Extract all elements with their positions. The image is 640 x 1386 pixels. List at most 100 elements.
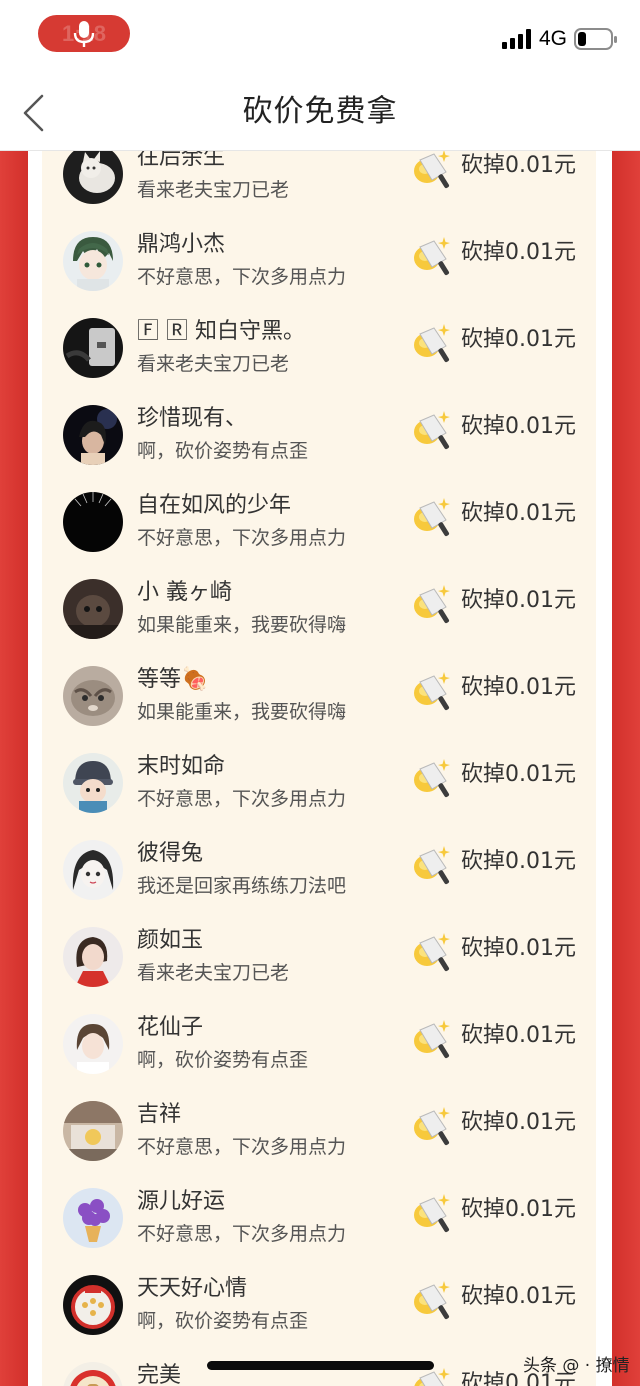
avatar[interactable] xyxy=(63,1362,123,1386)
username: 完美 xyxy=(137,1363,182,1386)
microphone-icon xyxy=(73,21,95,47)
avatar[interactable] xyxy=(63,492,123,552)
username: 🄵 🅁 知白守黑。 xyxy=(137,319,305,344)
bargain-comment: 不好意思，下次多用点力 xyxy=(137,1136,347,1158)
bargain-comment: 看来老夫宝刀已老 xyxy=(137,179,290,201)
username: 鼎鸿小杰 xyxy=(137,232,226,257)
bargain-comment: 啊，砍价姿势有点歪 xyxy=(137,1049,309,1071)
status-bar: 1:18 4G xyxy=(0,0,640,80)
bargain-comment: 不好意思，下次多用点力 xyxy=(137,1223,347,1245)
red-frame-right xyxy=(612,151,640,1386)
cleaver-icon xyxy=(414,237,450,276)
cut-amount: 砍掉0.01元 xyxy=(461,327,576,352)
cut-amount: 砍掉0.01元 xyxy=(461,1197,576,1222)
avatar[interactable] xyxy=(63,1275,123,1335)
bargain-record-row: 🄵 🅁 知白守黑。 看来老夫宝刀已老 砍掉0.01元 xyxy=(42,318,596,405)
bargain-comment: 不好意思，下次多用点力 xyxy=(137,788,347,810)
username: 花仙子 xyxy=(137,1015,204,1040)
bargain-comment: 不好意思，下次多用点力 xyxy=(137,266,347,288)
bargain-record-row: 花仙子啊，砍价姿势有点歪 砍掉0.01元 xyxy=(42,1014,596,1101)
cleaver-icon xyxy=(414,672,450,711)
bargain-comment: 啊，砍价姿势有点歪 xyxy=(137,1310,309,1332)
cut-amount: 砍掉0.01元 xyxy=(461,501,576,526)
bargain-record-row: 天天好心情啊，砍价姿势有点歪 砍掉0.01元 xyxy=(42,1275,596,1362)
bargain-record-row: 自在如风的少年不好意思，下次多用点力 砍掉0.01元 xyxy=(42,492,596,579)
cleaver-icon xyxy=(414,324,450,363)
avatar[interactable] xyxy=(63,1014,123,1074)
cleaver-icon xyxy=(414,759,450,798)
bargain-record-row: 等等🍖 如果能重来，我要砍得嗨 砍掉0.01元 xyxy=(42,666,596,753)
avatar[interactable] xyxy=(63,840,123,900)
cut-amount: 砍掉0.01元 xyxy=(461,762,576,787)
bargain-comment: 啊，砍价姿势有点歪 xyxy=(137,440,309,462)
bargain-comment: 如果能重来，我要砍得嗨 xyxy=(137,701,347,723)
cleaver-icon xyxy=(414,1107,450,1146)
cleaver-icon xyxy=(414,498,450,537)
cleaver-icon xyxy=(414,933,450,972)
cut-amount: 砍掉0.01元 xyxy=(461,849,576,874)
username: 吉祥 xyxy=(137,1102,182,1127)
bargain-record-row: 颜如玉看来老夫宝刀已老 砍掉0.01元 xyxy=(42,927,596,1014)
bargain-record-row: 小 義ヶ崎 如果能重来，我要砍得嗨 砍掉0.01元 xyxy=(42,579,596,666)
username: 天天好心情 xyxy=(137,1276,248,1301)
battery-icon xyxy=(574,28,617,50)
signal-icon xyxy=(502,29,531,49)
cleaver-icon xyxy=(414,846,450,885)
home-indicator[interactable] xyxy=(207,1361,434,1370)
cut-amount: 砍掉0.01元 xyxy=(461,414,576,439)
username: 等等🍖 xyxy=(137,667,209,692)
bargain-record-row: 源儿好运不好意思，下次多用点力 砍掉0.01元 xyxy=(42,1188,596,1275)
bargain-section: 往后余生 看来老夫宝刀已老 砍掉0.01元 鼎鸿小杰 不好意思，下次多用点力 砍掉0.01… xyxy=(0,151,640,1386)
watermark: 头条 @ · 撩情 xyxy=(523,1356,630,1376)
bargain-comment: 我还是回家再练练刀法吧 xyxy=(137,875,347,897)
page-title: 砍价免费拿 xyxy=(242,94,398,129)
username: 颜如玉 xyxy=(137,928,204,953)
cleaver-icon xyxy=(414,1020,450,1059)
username: 彼得兔 xyxy=(137,841,204,866)
bargain-record-row: 彼得兔我还是回家再练练刀法吧 砍掉0.01元 xyxy=(42,840,596,927)
cut-amount: 砍掉0.01元 xyxy=(461,240,576,265)
username: 珍惜现有、 xyxy=(137,406,248,431)
cut-amount: 砍掉0.01元 xyxy=(461,153,576,178)
cut-amount: 砍掉0.01元 xyxy=(461,1284,576,1309)
avatar[interactable] xyxy=(63,405,123,465)
bargain-record-list[interactable]: 往后余生 看来老夫宝刀已老 砍掉0.01元 鼎鸿小杰 不好意思，下次多用点力 砍掉0.01… xyxy=(42,151,596,1386)
username: 源儿好运 xyxy=(137,1189,226,1214)
bargain-comment: 不好意思，下次多用点力 xyxy=(137,527,347,549)
navigation-bar: 砍价免费拿 xyxy=(0,80,640,151)
bargain-record-row: 鼎鸿小杰不好意思，下次多用点力 砍掉0.01元 xyxy=(42,231,596,318)
avatar[interactable] xyxy=(63,579,123,639)
username: 末时如命 xyxy=(137,754,226,779)
cut-amount: 砍掉0.01元 xyxy=(461,1023,576,1048)
network-type: 4G xyxy=(539,27,568,50)
red-frame-left xyxy=(0,151,28,1386)
avatar[interactable] xyxy=(63,151,123,204)
cleaver-icon xyxy=(414,585,450,624)
avatar[interactable] xyxy=(63,231,123,291)
cleaver-icon xyxy=(414,151,450,189)
bargain-record-row: 末时如命不好意思，下次多用点力 砍掉0.01元 xyxy=(42,753,596,840)
cleaver-icon xyxy=(414,411,450,450)
username: 自在如风的少年 xyxy=(137,493,292,518)
back-chevron-icon[interactable] xyxy=(20,93,50,133)
bargain-comment: 看来老夫宝刀已老 xyxy=(137,353,290,375)
avatar[interactable] xyxy=(63,318,123,378)
cut-amount: 砍掉0.01元 xyxy=(461,936,576,961)
bargain-comment: 看来老夫宝刀已老 xyxy=(137,962,290,984)
avatar[interactable] xyxy=(63,753,123,813)
bargain-record-row: 珍惜现有、啊，砍价姿势有点歪 砍掉0.01元 xyxy=(42,405,596,492)
avatar[interactable] xyxy=(63,1101,123,1161)
records-panel: 往后余生 看来老夫宝刀已老 砍掉0.01元 鼎鸿小杰 不好意思，下次多用点力 砍掉0.01… xyxy=(28,151,612,1386)
avatar[interactable] xyxy=(63,927,123,987)
cut-amount: 砍掉0.01元 xyxy=(461,588,576,613)
cleaver-icon xyxy=(414,1281,450,1320)
cut-amount: 砍掉0.01元 xyxy=(461,1110,576,1135)
recording-indicator[interactable]: 1:18 xyxy=(38,15,130,52)
avatar[interactable] xyxy=(63,1188,123,1248)
bargain-record-row: 吉祥不好意思，下次多用点力 砍掉0.01元 xyxy=(42,1101,596,1188)
bargain-record-row: 往后余生看来老夫宝刀已老 砍掉0.01元 xyxy=(42,151,596,231)
avatar[interactable] xyxy=(63,666,123,726)
cut-amount: 砍掉0.01元 xyxy=(461,675,576,700)
cleaver-icon xyxy=(414,1194,450,1233)
username: 往后余生 xyxy=(137,151,226,170)
